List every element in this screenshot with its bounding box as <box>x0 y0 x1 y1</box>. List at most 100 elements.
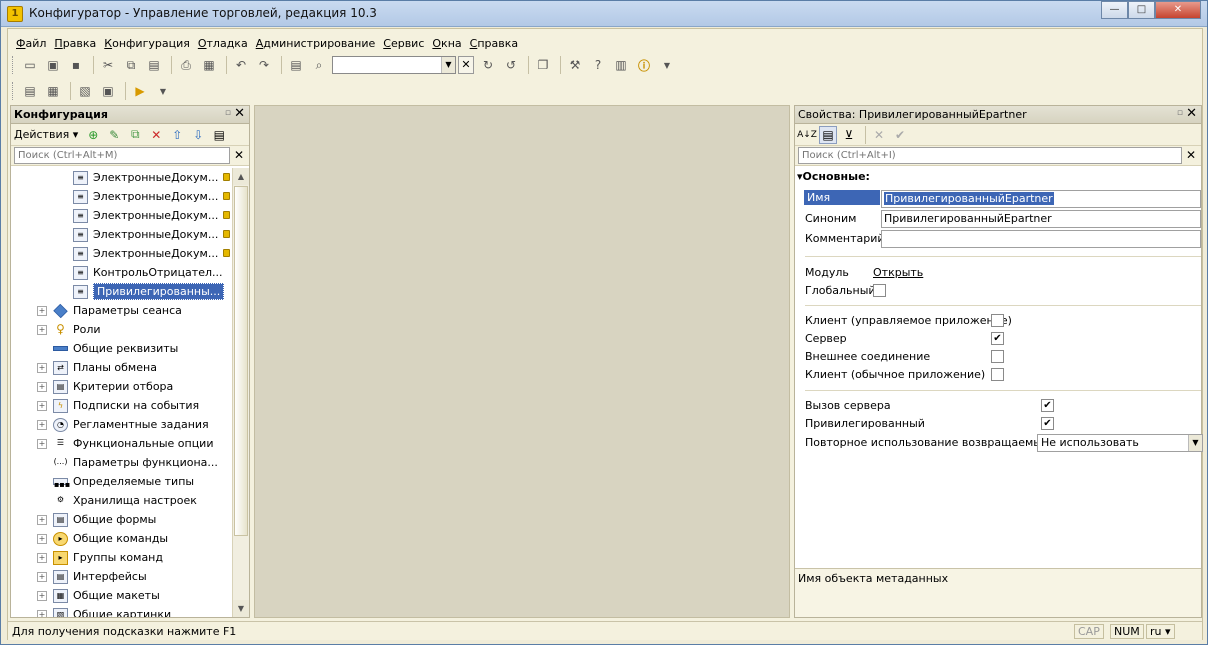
categorized-icon[interactable]: ▤ <box>819 125 837 144</box>
tree-item-selected[interactable]: ≡ Привилегированны... <box>11 282 233 301</box>
tree-item-common-templates[interactable]: + ▦ Общие макеты <box>11 586 233 605</box>
info-icon[interactable]: ⓘ <box>634 55 654 75</box>
open-module-link[interactable]: Открыть <box>873 266 923 279</box>
expand-icon[interactable]: + <box>37 571 47 582</box>
expand-icon[interactable]: + <box>37 438 47 449</box>
tree-item-common-forms[interactable]: + ▤ Общие формы <box>11 510 233 529</box>
tree-item-command-groups[interactable]: + ▸ Группы команд <box>11 548 233 567</box>
server-checkbox[interactable]: ✔ <box>991 332 1004 345</box>
run-debug-icon[interactable]: ▶ <box>130 81 150 101</box>
tree-item-settings-storage[interactable]: ⚙ Хранилища настроек <box>11 491 233 510</box>
database-icon[interactable]: ▧ <box>75 81 95 101</box>
tree-item[interactable]: ≡ ЭлектронныеДокум... <box>11 187 233 206</box>
config-tree-icon[interactable]: ▤ <box>20 81 40 101</box>
tree-item[interactable]: ≡ ЭлектронныеДокум... <box>11 168 233 187</box>
expand-icon[interactable]: + <box>37 609 47 617</box>
scroll-down-icon[interactable]: ▼ <box>233 600 249 617</box>
find-in-files-icon[interactable]: ▤ <box>286 55 306 75</box>
comment-field[interactable] <box>881 230 1201 248</box>
expand-icon[interactable]: + <box>37 362 47 373</box>
window-icon[interactable]: ▣ <box>98 81 118 101</box>
module-icon[interactable]: ▦ <box>43 81 63 101</box>
apply-icon[interactable]: ✔ <box>891 126 909 144</box>
scroll-thumb[interactable] <box>234 186 248 536</box>
tree-item-common-commands[interactable]: + ▸ Общие команды <box>11 529 233 548</box>
pin-icon[interactable]: ▫ <box>1177 108 1183 118</box>
expand-icon[interactable]: + <box>37 590 47 601</box>
group-main[interactable]: ▾Основные: <box>797 170 870 183</box>
copy-icon[interactable]: ⧉ <box>121 55 141 75</box>
expand-icon[interactable]: + <box>37 400 47 411</box>
tree-item-filter-criteria[interactable]: + ▤ Критерии отбора <box>11 377 233 396</box>
clear-search-button[interactable]: ✕ <box>458 56 474 74</box>
maximize-button[interactable]: □ <box>1128 1 1155 19</box>
move-down-icon[interactable]: ⇩ <box>189 126 207 144</box>
search-icon[interactable]: ⌕ <box>309 55 329 75</box>
menu-service[interactable]: Сервис <box>379 37 428 50</box>
tree-item-common-attributes[interactable]: Общие реквизиты <box>11 339 233 358</box>
tree-item-scheduled-jobs[interactable]: + ◔ Регламентные задания <box>11 415 233 434</box>
menu-help[interactable]: Справка <box>466 37 522 50</box>
chevron-down-icon[interactable]: ▼ <box>153 81 173 101</box>
expand-icon[interactable]: + <box>37 324 47 335</box>
sort-alpha-icon[interactable]: A↓Z <box>797 126 817 144</box>
book-icon[interactable]: ▥ <box>611 55 631 75</box>
tree-item[interactable]: ≡ КонтрольОтрицател... <box>11 263 233 282</box>
tree-item-exchange-plans[interactable]: + ⇄ Планы обмена <box>11 358 233 377</box>
toolbar-grip[interactable] <box>12 82 16 100</box>
window-list-icon[interactable]: ❐ <box>533 55 553 75</box>
edit-icon[interactable]: ✎ <box>105 126 123 144</box>
close-window-button[interactable]: ✕ <box>1155 1 1201 19</box>
undo-icon[interactable]: ↶ <box>231 55 251 75</box>
menu-edit[interactable]: Правка <box>50 37 100 50</box>
language-selector[interactable]: ru ▾ <box>1146 624 1175 639</box>
chevron-down-icon[interactable]: ▼ <box>657 55 677 75</box>
name-field[interactable]: ПривилегированныйEpartner <box>881 190 1201 208</box>
print-icon[interactable]: ⎙ <box>176 55 196 75</box>
tree-item[interactable]: ≡ ЭлектронныеДокум... <box>11 244 233 263</box>
title-bar[interactable]: 1 Конфигуратор - Управление торговлей, р… <box>1 1 1207 27</box>
menu-administration[interactable]: Администрирование <box>252 37 380 50</box>
expand-icon[interactable]: + <box>37 552 47 563</box>
tree-item-roles[interactable]: + ♀ Роли <box>11 320 233 339</box>
privileged-checkbox[interactable]: ✔ <box>1041 417 1054 430</box>
config-search-input[interactable] <box>14 147 230 164</box>
delete-icon[interactable]: ✕ <box>147 126 165 144</box>
cut-icon[interactable]: ✂ <box>98 55 118 75</box>
actions-menu[interactable]: Действия ▾ <box>14 128 78 141</box>
expand-icon[interactable]: + <box>37 381 47 392</box>
tree-item-functional-options[interactable]: + ☰ Функциональные опции <box>11 434 233 453</box>
synonym-field[interactable]: ПривилегированныйEpartner <box>881 210 1201 228</box>
menu-windows[interactable]: Окна <box>428 37 465 50</box>
close-icon[interactable]: ✕ <box>232 147 246 164</box>
menu-debug[interactable]: Отладка <box>194 37 252 50</box>
tree-item-interfaces[interactable]: + ▤ Интерфейсы <box>11 567 233 586</box>
find-prev-icon[interactable]: ↺ <box>501 55 521 75</box>
new-file-icon[interactable]: ▭ <box>20 55 40 75</box>
client-ordinary-checkbox[interactable] <box>991 368 1004 381</box>
global-checkbox[interactable] <box>873 284 886 297</box>
tree-scrollbar[interactable]: ▲ ▼ <box>232 168 249 617</box>
cancel-icon[interactable]: ✕ <box>870 126 888 144</box>
tree-item[interactable]: ≡ ЭлектронныеДокум... <box>11 206 233 225</box>
chevron-down-icon[interactable]: ▼ <box>1188 435 1202 451</box>
pin-icon[interactable]: ▫ <box>225 108 231 118</box>
tree-item-session-params[interactable]: + Параметры сеанса <box>11 301 233 320</box>
properties-icon[interactable]: ▤ <box>210 126 228 144</box>
chevron-down-icon[interactable]: ▼ <box>441 57 455 73</box>
search-combo[interactable]: ▼ <box>332 56 456 74</box>
open-folder-icon[interactable]: ▣ <box>43 55 63 75</box>
help-topic-icon[interactable]: ? <box>588 55 608 75</box>
client-managed-checkbox[interactable] <box>991 314 1004 327</box>
toolbar-grip[interactable] <box>12 56 16 74</box>
tools-icon[interactable]: ⚒ <box>565 55 585 75</box>
scroll-up-icon[interactable]: ▲ <box>233 168 249 185</box>
paste-icon[interactable]: ▤ <box>144 55 164 75</box>
move-up-icon[interactable]: ⇧ <box>168 126 186 144</box>
expand-icon[interactable]: + <box>37 305 47 316</box>
minimize-button[interactable]: — <box>1101 1 1128 19</box>
reuse-select[interactable]: Не использовать ▼ <box>1037 434 1203 452</box>
close-icon[interactable]: ✕ <box>234 106 245 121</box>
tree-item-defined-types[interactable]: ▪▪▪ Определяемые типы <box>11 472 233 491</box>
add-icon[interactable]: ⊕ <box>84 126 102 144</box>
